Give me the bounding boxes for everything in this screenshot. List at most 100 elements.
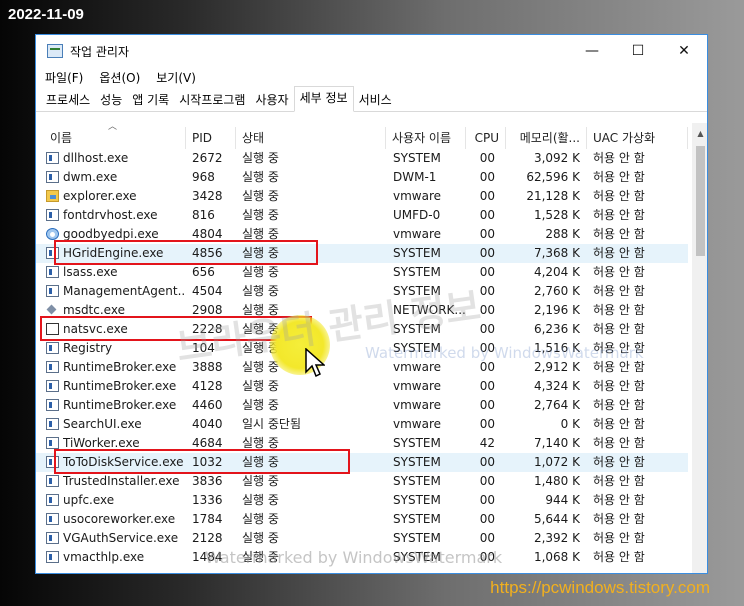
cell-cpu: 00 [479, 417, 495, 431]
cell-user: vmware [393, 227, 442, 241]
cell-mem: 1,516 K [533, 341, 580, 355]
cell-status: 실행 중 [242, 379, 279, 393]
cell-uac: 허용 안 함 [593, 531, 645, 545]
cell-uac: 허용 안 함 [593, 151, 645, 165]
cell-uac: 허용 안 함 [593, 189, 645, 203]
column-header-row: ︿ 이름 PID 상태 사용자 이름 CPU 메모리(활... UAC 가상화 [36, 122, 688, 149]
cell-name: RuntimeBroker.exe [63, 360, 177, 374]
window-title: 작업 관리자 [70, 44, 130, 59]
cell-cpu: 42 [479, 436, 495, 450]
process-rows: dllhost.exe 2672 실행 중 SYSTEM 00 3,092 K 허용 안 함… [36, 149, 688, 567]
table-row[interactable]: Registry 104 실행 중 SYSTEM 00 1,516 K 허용 안 함 [36, 339, 688, 358]
cell-uac: 허용 안 함 [593, 322, 645, 336]
cell-status: 실행 중 [242, 189, 279, 203]
process-window-icon [46, 361, 59, 373]
highlight-box-hgridengine [54, 240, 318, 265]
minimize-button[interactable]: — [569, 35, 615, 67]
cell-name: VGAuthService.exe [63, 531, 179, 545]
tab-4[interactable]: 사용자 [250, 89, 293, 111]
column-header-2[interactable]: 상태 [236, 127, 386, 149]
process-folder-icon [46, 190, 59, 202]
cell-uac: 허용 안 함 [593, 417, 645, 431]
scroll-up-icon[interactable]: ▲ [692, 127, 707, 141]
table-row[interactable]: lsass.exe 656 실행 중 SYSTEM 00 4,204 K 허용 안 함 [36, 263, 688, 282]
cell-mem: 2,760 K [533, 284, 580, 298]
cell-mem: 288 K [545, 227, 580, 241]
table-row[interactable]: usocoreworker.exe 1784 실행 중 SYSTEM 00 5,644 K… [36, 510, 688, 529]
process-window-icon [46, 494, 59, 506]
tab-2[interactable]: 앱 기록 [127, 89, 174, 111]
table-row[interactable]: TrustedInstaller.exe 3836 실행 중 SYSTEM 00 1,48… [36, 472, 688, 491]
tab-6[interactable]: 서비스 [354, 89, 397, 111]
process-window-icon [46, 513, 59, 525]
vertical-scrollbar[interactable]: ▲ [692, 123, 707, 573]
cell-pid: 2128 [192, 531, 223, 545]
cell-cpu: 00 [479, 227, 495, 241]
cell-mem: 62,596 K [526, 170, 580, 184]
cell-status: 실행 중 [242, 531, 279, 545]
table-row[interactable]: ManagementAgent... 4504 실행 중 SYSTEM 00 2,760 … [36, 282, 688, 301]
column-header-3[interactable]: 사용자 이름 [386, 127, 466, 149]
cell-user: SYSTEM [393, 322, 441, 336]
cell-mem: 1,528 K [533, 208, 580, 222]
close-button[interactable]: ✕ [661, 35, 707, 67]
cell-name: SearchUI.exe [63, 417, 142, 431]
column-header-5[interactable]: 메모리(활... [506, 127, 587, 149]
cell-pid: 4128 [192, 379, 223, 393]
table-row[interactable]: SearchUI.exe 4040 일시 중단됨 vmware 00 0 K 허용 안 함 [36, 415, 688, 434]
tab-3[interactable]: 시작프로그램 [174, 89, 250, 111]
cell-pid: 3836 [192, 474, 223, 488]
table-row[interactable]: dllhost.exe 2672 실행 중 SYSTEM 00 3,092 K 허용 안 함 [36, 149, 688, 168]
process-window-icon [46, 152, 59, 164]
cell-pid: 3888 [192, 360, 223, 374]
table-row[interactable]: RuntimeBroker.exe 4128 실행 중 vmware 00 4,324 K… [36, 377, 688, 396]
column-header-1[interactable]: PID [186, 127, 236, 149]
cell-pid: 816 [192, 208, 215, 222]
cell-mem: 2,392 K [533, 531, 580, 545]
maximize-button[interactable]: ☐ [615, 35, 661, 67]
cell-mem: 2,196 K [533, 303, 580, 317]
table-row[interactable]: vmacthlp.exe 1484 실행 중 SYSTEM 00 1,068 K 허용 안 … [36, 548, 688, 567]
cell-uac: 허용 안 함 [593, 265, 645, 279]
cell-name: TrustedInstaller.exe [63, 474, 180, 488]
table-row[interactable]: VGAuthService.exe 2128 실행 중 SYSTEM 00 2,392 K… [36, 529, 688, 548]
table-row[interactable]: dwm.exe 968 실행 중 DWM-1 00 62,596 K 허용 안 함 [36, 168, 688, 187]
menu-file[interactable]: 파일(F) [45, 69, 83, 86]
cell-uac: 허용 안 함 [593, 474, 645, 488]
cell-name: RuntimeBroker.exe [63, 398, 177, 412]
table-row[interactable]: explorer.exe 3428 실행 중 vmware 00 21,128 K 허용 안… [36, 187, 688, 206]
cell-status: 실행 중 [242, 284, 279, 298]
tab-0[interactable]: 프로세스 [41, 89, 95, 111]
cell-user: SYSTEM [393, 493, 441, 507]
cell-cpu: 00 [479, 246, 495, 260]
cell-uac: 허용 안 함 [593, 455, 645, 469]
table-row[interactable]: fontdrvhost.exe 816 실행 중 UMFD-0 00 1,528 K 허용 … [36, 206, 688, 225]
tab-5[interactable]: 세부 정보 [293, 86, 354, 112]
cell-pid: 3428 [192, 189, 223, 203]
column-header-0[interactable]: 이름 [36, 127, 186, 149]
process-window-icon [46, 418, 59, 430]
cell-name: upfc.exe [63, 493, 115, 507]
cell-mem: 7,140 K [533, 436, 580, 450]
menu-options[interactable]: 옵션(O) [99, 69, 140, 86]
tab-1[interactable]: 성능 [95, 89, 127, 111]
column-header-6[interactable]: UAC 가상화 [587, 127, 688, 149]
table-row[interactable]: RuntimeBroker.exe 4460 실행 중 vmware 00 2,764 K… [36, 396, 688, 415]
cell-mem: 1,480 K [533, 474, 580, 488]
table-row[interactable]: RuntimeBroker.exe 3888 실행 중 vmware 00 2,912 K… [36, 358, 688, 377]
cell-cpu: 00 [479, 493, 495, 507]
column-header-4[interactable]: CPU [466, 127, 506, 149]
process-dtc-icon [46, 304, 59, 316]
cell-user: UMFD-0 [393, 208, 441, 222]
table-row[interactable]: upfc.exe 1336 실행 중 SYSTEM 00 944 K 허용 안 함 [36, 491, 688, 510]
task-manager-icon [47, 44, 63, 58]
scrollbar-thumb[interactable] [696, 146, 705, 256]
process-window-icon [46, 380, 59, 392]
cell-user: SYSTEM [393, 550, 441, 564]
cell-user: vmware [393, 417, 442, 431]
cell-mem: 21,128 K [526, 189, 580, 203]
menu-view[interactable]: 보기(V) [156, 69, 196, 86]
cell-name: dllhost.exe [63, 151, 129, 165]
title-bar[interactable]: 작업 관리자 — ☐ ✕ [36, 35, 707, 67]
cell-name: dwm.exe [63, 170, 118, 184]
